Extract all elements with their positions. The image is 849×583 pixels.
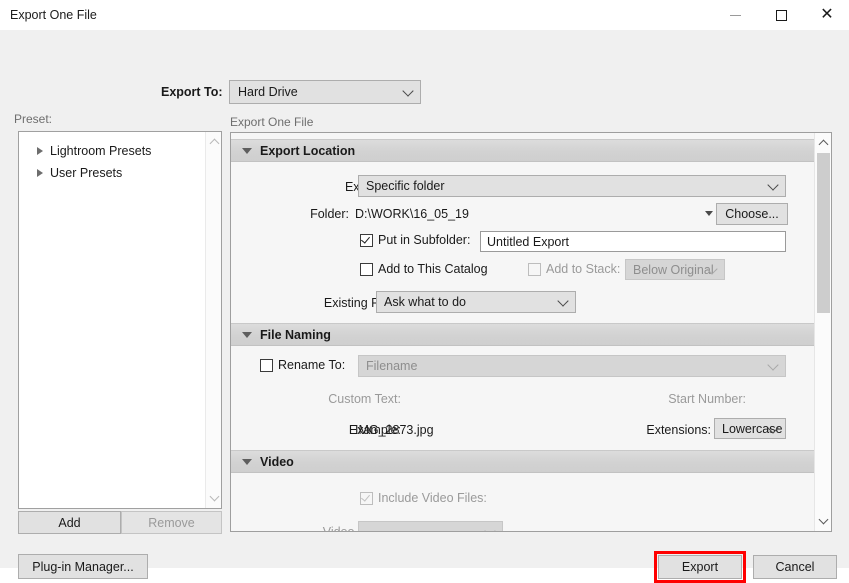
rename-template-value: Filename	[366, 359, 418, 373]
add-preset-button[interactable]: Add	[18, 511, 121, 534]
put-in-subfolder-label: Put in Subfolder:	[378, 233, 471, 247]
section-header-video[interactable]: Video	[231, 450, 815, 473]
export-to-folder-value: Specific folder	[366, 179, 445, 193]
check-icon	[361, 492, 370, 502]
chevron-down-icon	[557, 295, 569, 307]
chevron-down-icon	[242, 458, 252, 465]
folder-history-dropdown-icon[interactable]	[705, 211, 713, 216]
scroll-down-icon[interactable]	[206, 490, 222, 506]
chevron-down-icon	[767, 179, 779, 191]
include-video-files-checkbox[interactable]	[360, 492, 373, 505]
close-icon: ✕	[820, 6, 834, 23]
chevron-down-icon	[242, 147, 252, 154]
maximize-button[interactable]	[758, 0, 804, 30]
maximize-icon	[775, 9, 787, 21]
chevron-down-icon	[402, 85, 414, 97]
dialog-body: Export To: Hard Drive Preset: Lightroom …	[0, 30, 849, 583]
preset-group-label: Lightroom Presets	[50, 144, 152, 158]
scrollbar-thumb[interactable]	[817, 153, 830, 313]
folder-label: Folder:	[310, 207, 349, 221]
chevron-right-icon	[37, 169, 43, 177]
chevron-down-icon	[484, 524, 496, 531]
scroll-up-icon[interactable]	[815, 135, 831, 151]
scroll-down-icon[interactable]	[815, 513, 831, 529]
add-to-catalog-checkbox[interactable]	[360, 263, 373, 276]
rename-to-label: Rename To:	[278, 358, 346, 372]
add-to-stack-checkbox[interactable]	[528, 263, 541, 276]
custom-text-label: Custom Text:	[328, 392, 401, 406]
preset-group-lightroom[interactable]: Lightroom Presets	[37, 141, 151, 161]
section-title: Export Location	[260, 143, 356, 158]
add-to-catalog-label: Add to This Catalog	[378, 262, 488, 276]
section-header-file-naming[interactable]: File Naming	[231, 323, 815, 346]
rename-to-checkbox[interactable]	[260, 359, 273, 372]
preset-list[interactable]: Lightroom Presets User Presets	[18, 131, 222, 509]
section-header-export-location[interactable]: Export Location	[231, 139, 815, 162]
existing-files-select[interactable]: Ask what to do	[376, 291, 576, 313]
preset-group-user[interactable]: User Presets	[37, 163, 122, 183]
export-to-folder-select[interactable]: Specific folder	[358, 175, 786, 197]
panel-scrollbar[interactable]	[814, 133, 831, 531]
preset-group-label: User Presets	[50, 166, 123, 180]
include-video-files-label: Include Video Files:	[378, 491, 487, 505]
window-title: Export One File	[10, 8, 97, 22]
export-destination-select[interactable]: Hard Drive	[229, 80, 421, 104]
add-to-stack-label: Add to Stack:	[546, 262, 621, 276]
existing-files-value: Ask what to do	[384, 295, 466, 309]
top-export-to-label: Export To:	[161, 85, 223, 99]
minimize-icon	[729, 14, 741, 16]
video-format-select[interactable]	[358, 521, 503, 531]
close-button[interactable]: ✕	[804, 0, 849, 30]
cancel-button[interactable]: Cancel	[753, 555, 837, 579]
export-settings-scroll-content: Export Location Export To: Specific fold…	[231, 133, 815, 531]
put-in-subfolder-checkbox[interactable]	[360, 234, 373, 247]
export-destination-value: Hard Drive	[238, 85, 298, 99]
preset-label: Preset:	[14, 112, 53, 126]
plugin-manager-button[interactable]: Plug-in Manager...	[18, 554, 148, 579]
chevron-down-icon	[767, 359, 779, 371]
folder-path-value: D:\WORK\16_05_19	[355, 207, 469, 221]
panel-caption: Export One File	[230, 115, 314, 129]
stack-position-select[interactable]: Below Original	[625, 259, 725, 280]
section-title: File Naming	[260, 327, 331, 342]
rename-template-select[interactable]: Filename	[358, 355, 786, 377]
chevron-down-icon	[242, 331, 252, 338]
remove-preset-button[interactable]: Remove	[121, 511, 222, 534]
check-icon	[361, 234, 370, 244]
example-filename-value: IMG_2873.jpg	[355, 423, 434, 437]
extensions-label: Extensions:	[646, 423, 711, 437]
subfolder-name-input[interactable]: Untitled Export	[480, 231, 786, 252]
subfolder-name-value: Untitled Export	[487, 235, 569, 249]
export-settings-panel: Export Location Export To: Specific fold…	[230, 132, 832, 532]
chevron-right-icon	[37, 147, 43, 155]
export-button[interactable]: Export	[658, 555, 742, 579]
extensions-case-select[interactable]: Lowercase	[714, 418, 786, 439]
section-title: Video	[260, 454, 294, 469]
title-bar: Export One File ✕	[0, 0, 849, 31]
stack-position-value: Below Original	[633, 263, 714, 277]
minimize-button[interactable]	[712, 0, 758, 30]
choose-folder-button[interactable]: Choose...	[716, 203, 788, 225]
preset-scrollbar[interactable]	[205, 132, 221, 508]
scroll-up-icon[interactable]	[206, 134, 222, 150]
start-number-label: Start Number:	[668, 392, 746, 406]
